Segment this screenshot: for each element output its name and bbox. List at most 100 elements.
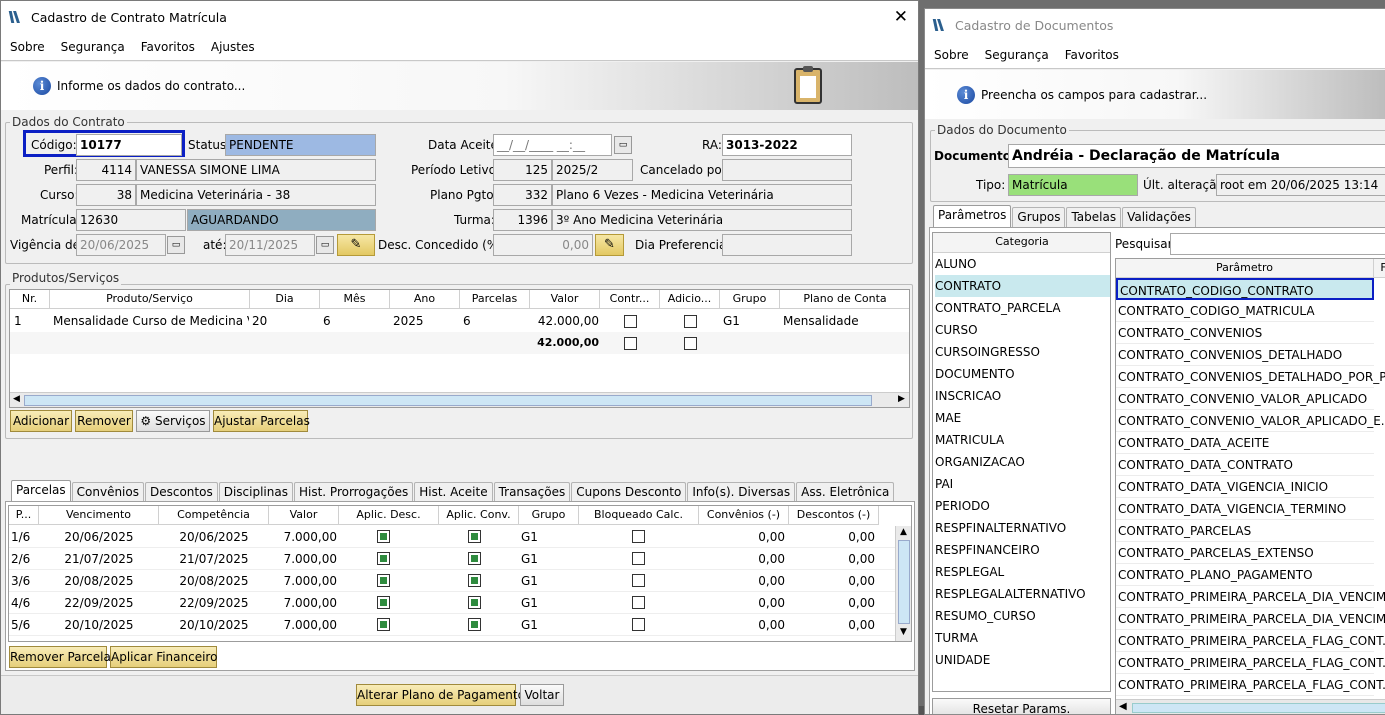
right-scrollbar[interactable] xyxy=(918,33,919,715)
prod-col-header[interactable]: Parcelas xyxy=(460,290,530,309)
categoria-item[interactable]: CONTRATO_PARCELA xyxy=(935,297,1110,319)
categoria-item[interactable]: ALUNO xyxy=(935,253,1110,275)
parcela-col-header[interactable]: Vencimento xyxy=(39,506,159,525)
categoria-item[interactable]: CURSOINGRESSO xyxy=(935,341,1110,363)
scroll-left-icon[interactable]: ◀ xyxy=(1119,701,1127,712)
scroll-thumb[interactable] xyxy=(1132,703,1385,713)
servicos-button[interactable]: ⚙ Serviços xyxy=(136,410,210,432)
prod-col-header[interactable]: Valor xyxy=(530,290,600,309)
prod-adicio-checkbox[interactable] xyxy=(684,315,697,328)
total-adicio-checkbox[interactable] xyxy=(684,337,697,350)
tab-3[interactable]: Disciplinas xyxy=(218,482,293,502)
adicionar-button[interactable]: Adicionar xyxy=(10,410,72,432)
scroll-thumb[interactable] xyxy=(24,395,872,406)
tab-1[interactable]: Convênios xyxy=(71,482,144,502)
aplic-conv-checkbox[interactable] xyxy=(468,574,481,587)
parcela-col-header[interactable]: P... xyxy=(9,506,39,525)
categoria-item[interactable]: MAE xyxy=(935,407,1110,429)
prod-contr-checkbox[interactable] xyxy=(624,315,637,328)
parametro-item[interactable]: CONTRATO_DATA_ACEITE xyxy=(1116,432,1374,454)
prod-col-header[interactable]: Produto/Serviço xyxy=(50,290,250,309)
desc-field[interactable]: 0,00 xyxy=(493,234,593,256)
menu-seguranca[interactable]: Segurança xyxy=(61,40,125,54)
parametro-item[interactable]: CONTRATO_CONVENIOS_DETALHADO xyxy=(1116,344,1374,366)
categoria-item[interactable]: PERIODO xyxy=(935,495,1110,517)
parametro-item[interactable]: CONTRATO_PRIMEIRA_PARCELA_DIA_VENCIM... xyxy=(1116,608,1385,630)
categoria-list[interactable]: Categoria ALUNO CONTRATO CONTRATO_PARCELA C… xyxy=(932,232,1111,692)
tab-tabelas[interactable]: Tabelas xyxy=(1066,207,1122,227)
bloqueado-checkbox[interactable] xyxy=(632,552,645,565)
categoria-item[interactable]: DOCUMENTO xyxy=(935,363,1110,385)
remover-button[interactable]: Remover xyxy=(75,410,133,432)
documento-field[interactable]: Andréia - Declaração de Matrícula xyxy=(1008,144,1385,168)
menu-ajustes[interactable]: Ajustes xyxy=(211,40,255,54)
aplic-desc-checkbox[interactable] xyxy=(377,618,390,631)
edit-desc-pencil-icon[interactable]: ✎ xyxy=(595,234,624,256)
matricula-id-field[interactable]: 12630 xyxy=(76,209,186,231)
dia-pref-field[interactable] xyxy=(722,234,852,256)
scroll-down-icon[interactable]: ▼ xyxy=(900,627,907,637)
menu-favoritos[interactable]: Favoritos xyxy=(141,40,195,54)
prod-col-header[interactable]: Dia xyxy=(250,290,320,309)
parcela-col-header[interactable]: Aplic. Conv. xyxy=(439,506,519,525)
tab-4[interactable]: Hist. Prorrogações xyxy=(293,482,414,502)
parametro-item[interactable]: CONTRATO_PLANO_PAGAMENTO xyxy=(1116,564,1374,586)
aplic-conv-checkbox[interactable] xyxy=(468,530,481,543)
aplic-conv-checkbox[interactable] xyxy=(468,552,481,565)
produtos-grid[interactable]: Nr. Produto/Serviço Dia Mês Ano Parcelas Valor… xyxy=(9,289,910,408)
contrato-titlebar[interactable]: Cadastro de Contrato Matrícula ✕ xyxy=(1,1,918,33)
parametro-item[interactable]: CONTRATO_CONVENIO_VALOR_APLICADO_E... xyxy=(1116,410,1385,432)
prod-col-header[interactable]: Plano de Conta xyxy=(780,290,909,309)
parametro-item[interactable]: CONTRATO_PRIMEIRA_PARCELA_FLAG_CONT... xyxy=(1116,652,1385,674)
curso-id-field[interactable]: 38 xyxy=(76,184,136,206)
prod-col-header[interactable]: Grupo xyxy=(720,290,780,309)
remover-parcela-button[interactable]: Remover Parcela xyxy=(9,646,111,668)
parcela-col-header[interactable]: Aplic. Desc. xyxy=(339,506,439,525)
tab-5[interactable]: Hist. Aceite xyxy=(414,482,493,502)
tab-7[interactable]: Cupons Desconto xyxy=(571,482,687,502)
menu-favoritos[interactable]: Favoritos xyxy=(1065,48,1119,62)
ajustar-parcelas-button[interactable]: Ajustar Parcelas xyxy=(213,410,310,432)
parametro-item[interactable]: CONTRATO_PARCELAS xyxy=(1116,520,1374,542)
parcela-col-header[interactable]: Bloqueado Calc. xyxy=(579,506,699,525)
parametro-list[interactable]: Parâmetro F CONTRATO_CODIGO_CONTRATOCONT… xyxy=(1115,258,1385,714)
parametro-item[interactable]: CONTRATO_CODIGO_CONTRATO xyxy=(1116,278,1374,300)
parametro-item[interactable]: CONTRATO_CODIGO_MATRICULA xyxy=(1116,300,1374,322)
vigencia-de-calendar-icon[interactable]: ▭ xyxy=(167,236,185,254)
pesquisar-input[interactable] xyxy=(1170,233,1385,255)
bloqueado-checkbox[interactable] xyxy=(632,618,645,631)
tab-8[interactable]: Info(s). Diversas xyxy=(687,482,796,502)
parametro-header-f[interactable]: F xyxy=(1374,259,1385,278)
perfil-id-field[interactable]: 4114 xyxy=(76,159,136,181)
categoria-item[interactable]: RESPLEGALALTERNATIVO xyxy=(935,583,1110,605)
categoria-item[interactable]: RESUMO_CURSO xyxy=(935,605,1110,627)
parametro-item[interactable]: CONTRATO_PRIMEIRA_PARCELA_FLAG_CONT... xyxy=(1116,630,1385,652)
vigencia-de-field[interactable]: 20/06/2025 xyxy=(76,234,166,256)
parcela-col-header[interactable]: Competência xyxy=(159,506,269,525)
scroll-left-icon[interactable]: ◀ xyxy=(13,394,20,404)
parametro-item[interactable]: CONTRATO_PRIMEIRA_PARCELA_DIA_VENCIM... xyxy=(1116,586,1385,608)
categoria-item[interactable]: RESPFINANCEIRO xyxy=(935,539,1110,561)
parametro-item[interactable]: CONTRATO_CONVENIO_VALOR_APLICADO xyxy=(1116,388,1374,410)
tipo-field[interactable]: Matrícula xyxy=(1008,174,1138,196)
vigencia-ate-calendar-icon[interactable]: ▭ xyxy=(316,236,334,254)
tab-parametros[interactable]: Parâmetros xyxy=(933,205,1012,227)
categoria-header[interactable]: Categoria xyxy=(933,233,1110,253)
tab-0[interactable]: Parcelas xyxy=(11,480,71,502)
categoria-item[interactable]: RESPLEGAL xyxy=(935,561,1110,583)
parcelas-vscroll[interactable]: ▲ ▼ xyxy=(895,526,911,641)
edit-vigencia-pencil-icon[interactable]: ✎ xyxy=(337,234,375,256)
aplic-desc-checkbox[interactable] xyxy=(377,596,390,609)
parametro-item[interactable]: CONTRATO_CONVENIOS xyxy=(1116,322,1374,344)
documentos-titlebar[interactable]: Cadastro de Documentos xyxy=(925,9,1385,41)
scroll-right-icon[interactable]: ▶ xyxy=(898,394,905,404)
bloqueado-checkbox[interactable] xyxy=(632,596,645,609)
tab-validacoes[interactable]: Validações xyxy=(1122,207,1196,227)
aplic-desc-checkbox[interactable] xyxy=(377,530,390,543)
parcela-col-header[interactable]: Grupo xyxy=(519,506,579,525)
tab-2[interactable]: Descontos xyxy=(144,482,218,502)
prod-col-header[interactable]: Contr... xyxy=(600,290,660,309)
ra-field[interactable]: 3013-2022 xyxy=(722,134,852,156)
prod-col-header[interactable]: Adicio... xyxy=(660,290,720,309)
categoria-item[interactable]: INSCRICAO xyxy=(935,385,1110,407)
